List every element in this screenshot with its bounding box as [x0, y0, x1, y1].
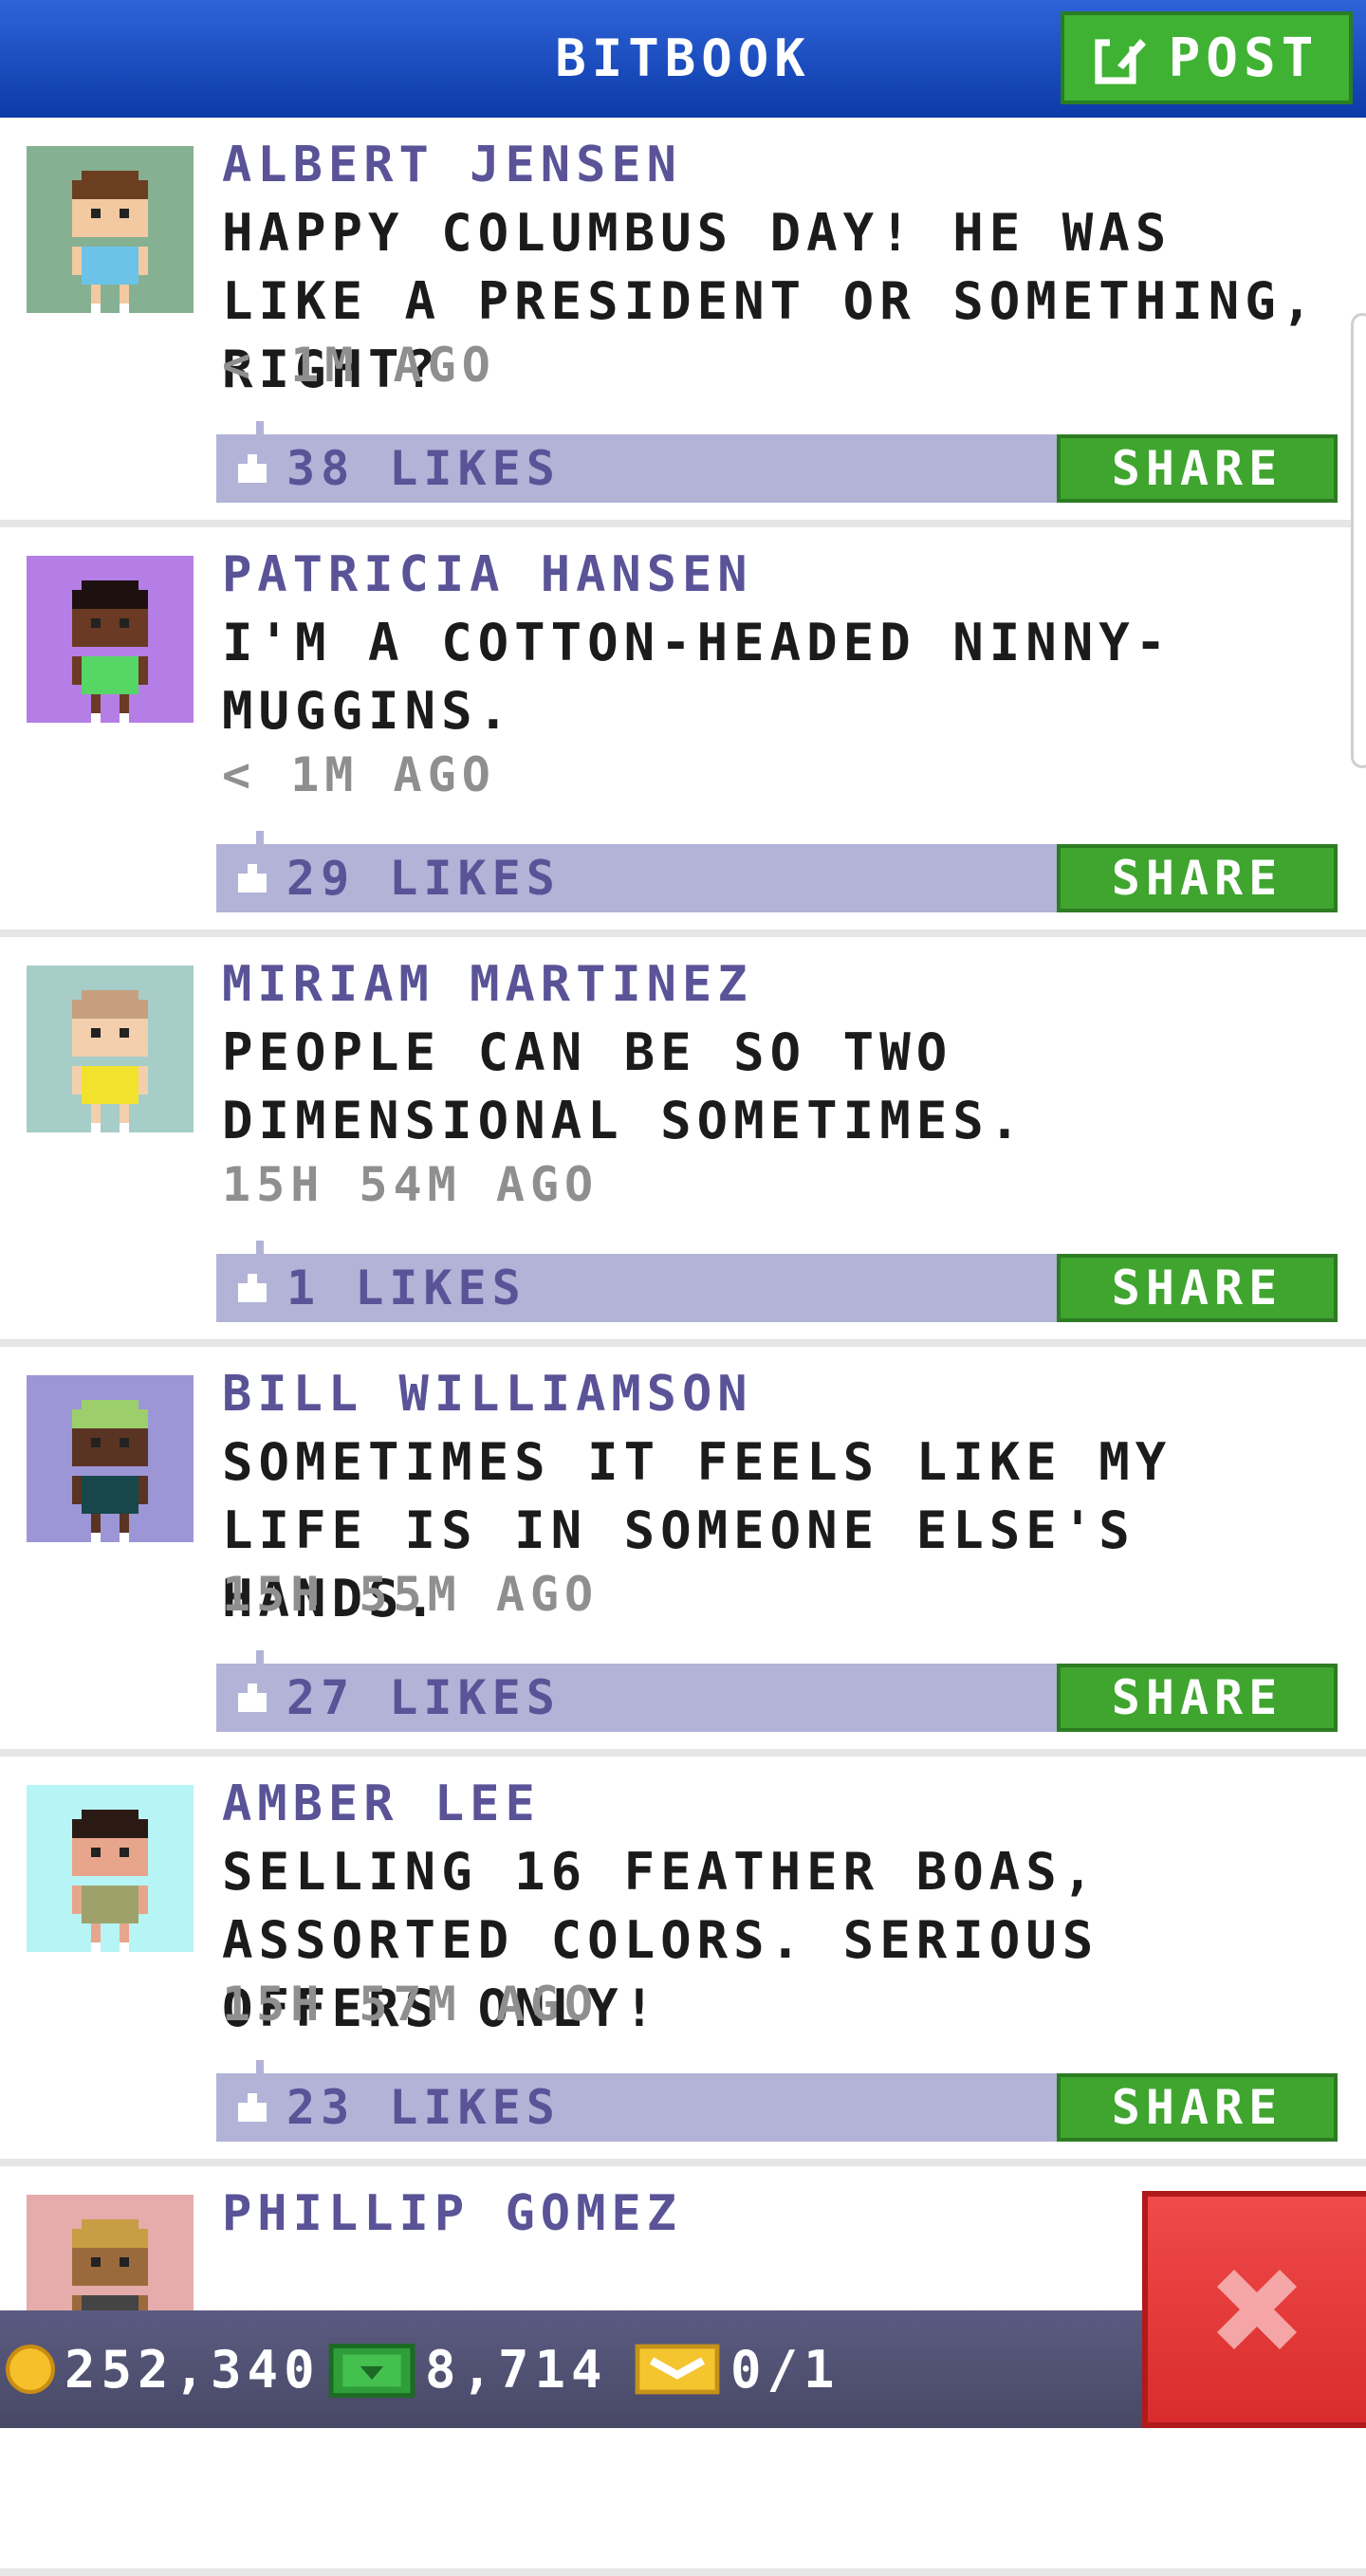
like-button[interactable]: 29 LIKES: [233, 844, 561, 912]
person-figure: [72, 1810, 148, 1952]
like-icon: [238, 1684, 267, 1712]
person-figure: [72, 171, 148, 313]
like-icon: [238, 2093, 267, 2122]
like-count: 1 LIKES: [286, 1260, 526, 1316]
coins-stat: 252,340: [6, 2310, 321, 2428]
feed-post: ALBERT JENSEN HAPPY COLUMBUS DAY! HE WAS…: [0, 118, 1366, 527]
avatar[interactable]: [27, 1375, 194, 1542]
post-message: I'M A COTTON-HEADED NINNY-MUGGINS.: [222, 613, 1172, 741]
like-bar-tick: [256, 1241, 264, 1254]
close-button[interactable]: [1142, 2191, 1366, 2428]
feed-post: BILL WILLIAMSON SOMETIMES IT FEELS LIKE …: [0, 1347, 1366, 1757]
like-count: 27 LIKES: [286, 1670, 561, 1725]
bux-icon: [328, 2344, 415, 2399]
share-button[interactable]: SHARE: [1057, 434, 1338, 503]
person-figure: [72, 580, 148, 723]
bux-stat: 8,714: [328, 2310, 608, 2428]
like-bar: 29 LIKES SHARE: [216, 831, 1338, 912]
bux-value: 8,714: [425, 2339, 608, 2400]
like-bar: 38 LIKES SHARE: [216, 421, 1338, 503]
avatar[interactable]: [27, 146, 194, 313]
edit-icon: [1094, 35, 1146, 84]
like-bar-tick: [256, 1650, 264, 1664]
like-icon: [238, 1274, 267, 1302]
post-button-label: POST: [1168, 27, 1320, 89]
like-count: 29 LIKES: [286, 851, 561, 906]
post-time: < 1M AGO: [222, 747, 496, 802]
post-time: 15H 57M AGO: [222, 1977, 600, 2032]
share-button[interactable]: SHARE: [1057, 844, 1338, 912]
like-button[interactable]: 27 LIKES: [233, 1664, 561, 1732]
post-time: < 1M AGO: [222, 338, 496, 393]
share-button[interactable]: SHARE: [1057, 1254, 1338, 1322]
share-button[interactable]: SHARE: [1057, 2073, 1338, 2142]
tickets-value: 0/1: [730, 2339, 840, 2400]
like-bar-tick: [256, 2060, 264, 2073]
avatar[interactable]: [27, 556, 194, 723]
app-header: BITBOOK POST: [0, 0, 1366, 121]
like-button[interactable]: 1 LIKES: [233, 1254, 526, 1322]
coin-icon: [6, 2345, 55, 2394]
like-bar: 1 LIKES SHARE: [216, 1241, 1338, 1322]
person-figure: [72, 1400, 148, 1542]
like-bar-tick: [256, 831, 264, 844]
post-time: 15H 55M AGO: [222, 1567, 600, 1622]
post-author[interactable]: MIRIAM MARTINEZ: [222, 956, 753, 1013]
feed-post: AMBER LEE SELLING 16 FEATHER BOAS, ASSOR…: [0, 1757, 1366, 2166]
post-author[interactable]: PATRICIA HANSEN: [222, 546, 753, 603]
like-button[interactable]: 38 LIKES: [233, 434, 561, 503]
share-button[interactable]: SHARE: [1057, 1664, 1338, 1732]
post-author[interactable]: BILL WILLIAMSON: [222, 1366, 753, 1423]
tickets-stat: 0/1: [634, 2310, 840, 2428]
like-icon: [238, 864, 267, 892]
post-message: PEOPLE CAN BE SO TWO DIMENSIONAL SOMETIM…: [222, 1022, 1026, 1150]
ticket-icon: [635, 2344, 720, 2395]
close-icon: [1217, 2270, 1297, 2349]
like-bar-tick: [256, 421, 264, 434]
post-button[interactable]: POST: [1061, 11, 1353, 104]
avatar[interactable]: [27, 1785, 194, 1952]
avatar[interactable]: [27, 966, 194, 1132]
like-button[interactable]: 23 LIKES: [233, 2073, 561, 2142]
post-author[interactable]: ALBERT JENSEN: [222, 137, 682, 193]
person-figure: [72, 990, 148, 1132]
like-bar: 27 LIKES SHARE: [216, 1650, 1338, 1732]
post-author[interactable]: AMBER LEE: [222, 1776, 541, 1832]
like-count: 23 LIKES: [286, 2080, 561, 2135]
scroll-indicator[interactable]: [1351, 313, 1366, 768]
like-count: 38 LIKES: [286, 441, 561, 496]
post-time: 15H 54M AGO: [222, 1157, 600, 1212]
feed-post: PATRICIA HANSEN I'M A COTTON-HEADED NINN…: [0, 527, 1366, 937]
coins-value: 252,340: [65, 2339, 321, 2400]
like-bar: 23 LIKES SHARE: [216, 2060, 1338, 2142]
feed-post: MIRIAM MARTINEZ PEOPLE CAN BE SO TWO DIM…: [0, 937, 1366, 1347]
like-icon: [238, 454, 267, 483]
post-author[interactable]: PHILLIP GOMEZ: [222, 2185, 682, 2242]
